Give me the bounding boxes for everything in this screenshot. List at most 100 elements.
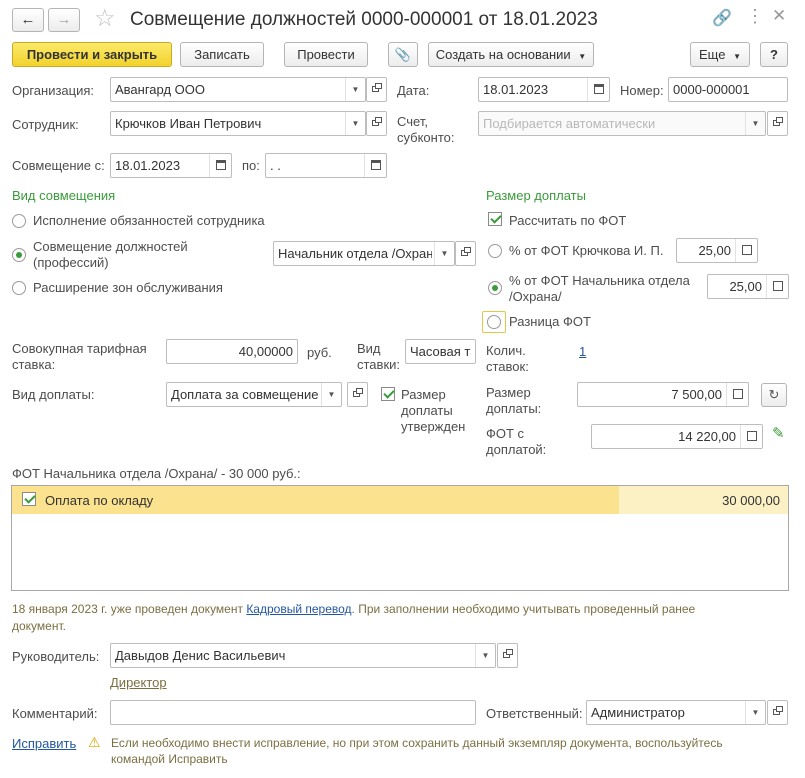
radio-pct-fot-head[interactable] (488, 281, 502, 295)
open-employee-button[interactable] (366, 111, 387, 136)
create-based-button[interactable]: Создать на основании ▼ (428, 42, 594, 67)
post-button[interactable]: Провести (284, 42, 368, 67)
arrow-right-icon: → (56, 11, 72, 28)
rate-kind-field[interactable]: Часовая тарифная ставка (405, 339, 476, 364)
chevron-down-icon[interactable]: ▼ (345, 78, 365, 101)
org-field[interactable]: Авангард ООО ▼ (110, 77, 366, 102)
chevron-down-icon[interactable]: ▼ (475, 644, 495, 667)
pencil-icon[interactable]: ✎ (772, 424, 785, 442)
fot-total-label-2: доплатой: (486, 442, 547, 457)
chevron-down-icon[interactable]: ▼ (345, 112, 365, 135)
refresh-icon: ↻ (768, 387, 780, 402)
comment-field[interactable] (110, 700, 476, 725)
radio-combination[interactable] (12, 248, 26, 262)
radio-pct-fot-employee-label: % от ФОТ Крючкова И. П. (509, 243, 664, 258)
save-button[interactable]: Записать (180, 42, 264, 67)
warning-line-2: командой Исправить (111, 752, 228, 766)
open-pay-kind-button[interactable] (347, 382, 368, 407)
chevron-down-icon[interactable]: ▼ (321, 383, 341, 406)
period-to-field[interactable]: . . (265, 153, 387, 178)
chevron-down-icon[interactable]: ▼ (745, 701, 765, 724)
notice-text-after: . При заполнении необходимо учитывать пр… (351, 602, 696, 616)
open-org-button[interactable] (366, 77, 387, 102)
more-button[interactable]: Еще ▼ (690, 42, 750, 67)
pay-kind-label: Вид доплаты: (12, 387, 95, 402)
responsible-field[interactable]: Администратор ▼ (586, 700, 766, 725)
number-field[interactable]: 0000-000001 (668, 77, 788, 102)
calendar-icon[interactable] (209, 154, 231, 177)
fot-table[interactable]: Оплата по окладу 30 000,00 (11, 485, 789, 591)
close-icon[interactable]: ✕ (772, 6, 786, 26)
chevron-down-icon: ▼ (733, 52, 741, 61)
fix-link[interactable]: Исправить (12, 736, 76, 751)
manager-value: Давыдов Денис Васильевич (115, 648, 286, 663)
fot-table-caption: ФОТ Начальника отдела /Охрана/ - 30 000 … (12, 466, 301, 481)
period-from-field[interactable]: 18.01.2023 (110, 153, 232, 178)
table-row[interactable]: Оплата по окладу 30 000,00 (12, 486, 788, 514)
help-button[interactable]: ? (760, 42, 788, 67)
approved-checkbox[interactable] (381, 387, 395, 401)
post-and-close-button[interactable]: Провести и закрыть (12, 42, 172, 67)
account-field[interactable]: Подбирается автоматически ▼ (478, 111, 766, 136)
manager-field[interactable]: Давыдов Денис Васильевич ▼ (110, 643, 496, 668)
favorite-star-icon[interactable]: ☆ (94, 5, 116, 33)
radio-duties[interactable] (12, 214, 26, 228)
warning-line-1: Если необходимо внести исправление, но п… (111, 736, 723, 750)
size-label-1: Размер (486, 385, 531, 400)
tariff-label-1: Совокупная тарифная (12, 341, 147, 356)
position-value: Начальник отдела /Охрана/ (278, 246, 432, 261)
radio-combination-label-2: (профессий) (33, 255, 109, 270)
radio-duties-label: Исполнение обязанностей сотрудника (33, 213, 265, 228)
period-from-label: Совмещение с: (12, 158, 105, 173)
position-field[interactable]: Начальник отдела /Охрана/ ▼ (273, 241, 455, 266)
rate-kind-label-2: ставки: (357, 357, 401, 372)
period-to-label: по: (242, 158, 260, 173)
open-account-button[interactable] (767, 111, 788, 136)
tariff-field[interactable]: 40,00000 (166, 339, 298, 364)
radio-expansion[interactable] (12, 281, 26, 295)
open-manager-button[interactable] (497, 643, 518, 668)
pct-fot-head-field[interactable]: 25,00 (707, 274, 789, 299)
recalc-button[interactable]: ↻ (761, 383, 787, 407)
calculator-icon[interactable] (740, 425, 762, 448)
count-link[interactable]: 1 (579, 344, 586, 359)
date-field[interactable]: 18.01.2023 (478, 77, 610, 102)
fot-total-value: 14 220,00 (678, 429, 736, 444)
open-position-button[interactable] (455, 241, 476, 266)
row-checkbox[interactable] (22, 492, 36, 506)
forward-button[interactable]: → (48, 8, 80, 32)
calculator-icon[interactable] (766, 275, 788, 298)
employee-field[interactable]: Крючков Иван Петрович ▼ (110, 111, 366, 136)
org-value: Авангард ООО (115, 82, 205, 97)
chevron-down-icon[interactable]: ▼ (745, 112, 765, 135)
manager-label: Руководитель: (12, 649, 100, 664)
pct-fot-employee-field[interactable]: 25,00 (676, 238, 758, 263)
calculator-icon[interactable] (735, 239, 757, 262)
calendar-icon[interactable] (364, 154, 386, 177)
more-vert-icon[interactable]: ⋮ (746, 6, 764, 27)
paperclip-icon: 📎 (394, 47, 412, 62)
notice-line-2: документ. (12, 619, 66, 633)
calculator-icon[interactable] (726, 383, 748, 406)
fot-total-field[interactable]: 14 220,00 (591, 424, 763, 449)
more-label: Еще (699, 47, 726, 62)
chevron-down-icon[interactable]: ▼ (434, 242, 454, 265)
calc-fot-checkbox[interactable] (488, 212, 502, 226)
number-value: 0000-000001 (673, 82, 750, 97)
calendar-icon[interactable] (587, 78, 609, 101)
attach-button[interactable]: 📎 (388, 42, 418, 67)
transfer-doc-link[interactable]: Кадровый перевод (246, 602, 351, 616)
link-icon[interactable]: 🔗 (712, 8, 732, 28)
radio-diff-fot[interactable] (487, 315, 501, 329)
manager-position-link[interactable]: Директор (110, 675, 167, 690)
back-button[interactable]: ← (12, 8, 44, 32)
radio-combination-label-1: Совмещение должностей (33, 239, 188, 254)
create-based-label: Создать на основании (435, 47, 571, 62)
window-title: Совмещение должностей 0000-000001 от 18.… (130, 9, 598, 30)
size-field[interactable]: 7 500,00 (577, 382, 749, 407)
tariff-label-2: ставка: (12, 357, 56, 372)
radio-pct-fot-employee[interactable] (488, 244, 502, 258)
pay-kind-field[interactable]: Доплата за совмещение должностей ▼ (166, 382, 342, 407)
chevron-down-icon: ▼ (578, 52, 587, 61)
open-responsible-button[interactable] (767, 700, 788, 725)
